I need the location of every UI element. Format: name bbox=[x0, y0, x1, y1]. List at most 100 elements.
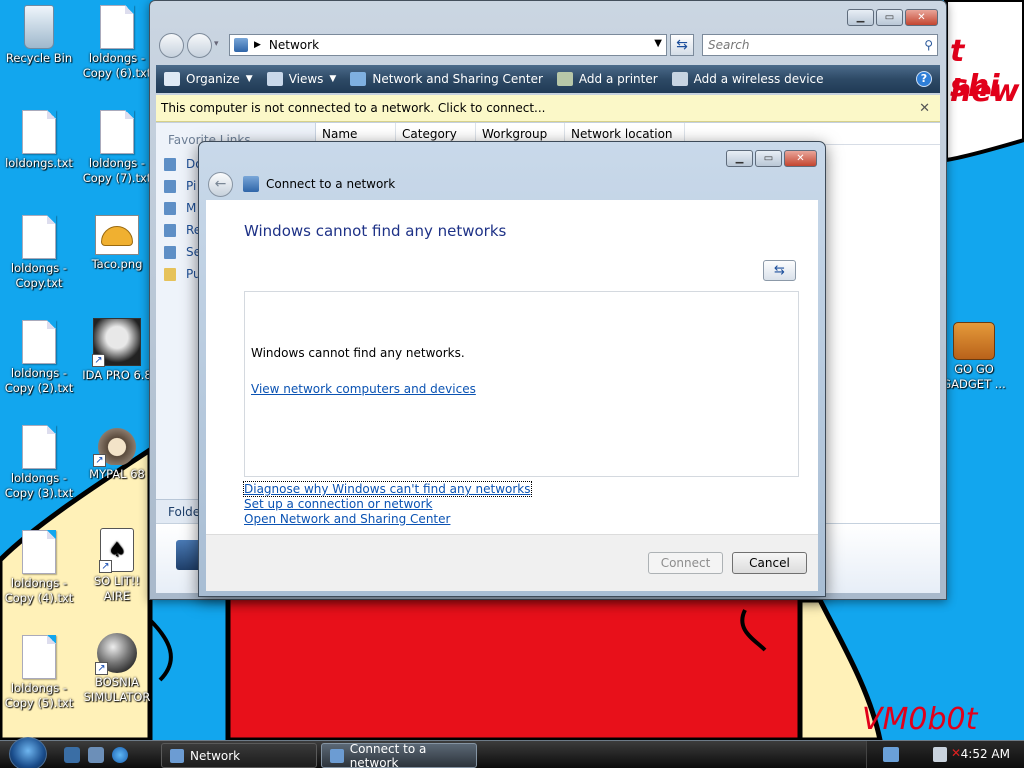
desktop-icon-label: IDA PRO 6.8 bbox=[82, 368, 152, 382]
desktop-icon-label: loldongs - Copy (6).txt bbox=[82, 51, 152, 80]
dialog-minimize-button[interactable]: ▁ bbox=[726, 150, 753, 167]
text-file-icon bbox=[100, 5, 134, 49]
mine-icon: ↗ bbox=[95, 633, 137, 675]
favorite-link-public[interactable]: Pu bbox=[164, 267, 201, 281]
favorite-link-music[interactable]: M bbox=[164, 201, 196, 215]
text-file-icon bbox=[22, 425, 56, 469]
infobar-close-icon[interactable]: ✕ bbox=[919, 101, 930, 116]
music-icon bbox=[164, 201, 176, 215]
text-file-icon bbox=[22, 320, 56, 364]
dialog-back-button[interactable]: ← bbox=[208, 172, 233, 197]
text-file-icon bbox=[22, 635, 56, 679]
favorite-link-pictures[interactable]: Pi bbox=[164, 179, 196, 193]
connect-to-network-dialog: ▁ ▭ ✕ ← Connect to a network Windows can… bbox=[198, 141, 826, 597]
search-placeholder: Search bbox=[708, 38, 750, 52]
no-networks-message: Windows cannot find any networks. bbox=[251, 346, 465, 360]
address-dropdown-icon[interactable]: ▼ bbox=[654, 38, 662, 49]
desktop-icon-loldongs-copy-3[interactable]: loldongs - Copy (3).txt bbox=[3, 425, 75, 501]
diagnose-link[interactable]: Diagnose why Windows can't find any netw… bbox=[243, 481, 532, 497]
text-file-icon bbox=[22, 530, 56, 574]
not-connected-infobar[interactable]: This computer is not connected to a netw… bbox=[156, 95, 940, 122]
refresh-button[interactable]: ⇆ bbox=[670, 34, 694, 56]
views-menu[interactable]: Views ▼ bbox=[266, 72, 336, 86]
desktop-icon-label: BOSNIA SIMULATOR bbox=[83, 675, 151, 704]
desktop-icon-label: loldongs - Copy.txt bbox=[10, 261, 68, 290]
desktop-icon-label: Taco.png bbox=[91, 257, 143, 271]
desktop-icon-bosnia-simulator[interactable]: ↗ BOSNIA SIMULATOR bbox=[81, 633, 153, 705]
dialog-caption-buttons: ▁ ▭ ✕ bbox=[724, 150, 817, 167]
taskbar-item-connect-to-network[interactable]: Connect to a network bbox=[321, 742, 477, 768]
address-bar[interactable]: ▶ Network ▼ bbox=[229, 34, 667, 56]
pictures-icon bbox=[164, 179, 176, 193]
start-button[interactable] bbox=[9, 737, 47, 768]
forward-button[interactable] bbox=[187, 33, 212, 58]
desktop-icon-loldongs-copy-7[interactable]: loldongs - Copy (7).txt bbox=[81, 110, 153, 186]
setup-connection-link[interactable]: Set up a connection or network bbox=[244, 497, 432, 511]
favorite-link-documents[interactable]: Do bbox=[164, 157, 203, 171]
tray-volume-muted-icon[interactable]: ✕ bbox=[951, 746, 961, 760]
tray-disconnected-network-icon[interactable] bbox=[933, 747, 947, 762]
internet-explorer-icon[interactable] bbox=[112, 747, 128, 763]
desktop-icon-label: Recycle Bin bbox=[5, 51, 73, 65]
wireless-device-icon bbox=[671, 72, 688, 86]
network-list[interactable]: Windows cannot find any networks. View n… bbox=[244, 291, 799, 477]
minimize-button[interactable]: ▁ bbox=[847, 9, 874, 26]
search-icon: ⚲ bbox=[924, 38, 933, 52]
desktop-icon-loldongs-copy-5[interactable]: loldongs - Copy (5).txt bbox=[3, 635, 75, 711]
desktop-icon-loldongs-copy-2[interactable]: loldongs - Copy (2).txt bbox=[3, 320, 75, 396]
maximize-button[interactable]: ▭ bbox=[876, 9, 903, 26]
desktop-icon-taco[interactable]: Taco.png bbox=[81, 215, 153, 272]
search-input[interactable]: Search ⚲ bbox=[702, 34, 938, 56]
solitaire-cards-icon: ♠ ↗ bbox=[99, 528, 134, 573]
show-desktop-icon[interactable] bbox=[64, 747, 80, 763]
close-button[interactable]: ✕ bbox=[905, 9, 938, 26]
organize-icon bbox=[164, 72, 180, 86]
add-printer-button[interactable]: Add a printer bbox=[556, 72, 658, 86]
refresh-networks-button[interactable]: ⇆ bbox=[763, 260, 796, 281]
add-wireless-device-button[interactable]: Add a wireless device bbox=[671, 72, 824, 86]
dialog-body: Windows cannot find any networks ⇆ Windo… bbox=[206, 200, 818, 534]
desktop-icon-recycle-bin[interactable]: Recycle Bin bbox=[3, 5, 75, 66]
recent-pages-chevron-icon[interactable]: ▾ bbox=[214, 39, 219, 49]
clock[interactable]: 4:52 AM bbox=[961, 747, 1010, 761]
favorite-link-recent[interactable]: Re bbox=[164, 223, 201, 237]
dialog-title: Connect to a network bbox=[266, 177, 396, 191]
ida-pro-shortcut-icon: ↗ bbox=[92, 318, 141, 367]
help-icon[interactable]: ? bbox=[916, 71, 932, 87]
dialog-close-button[interactable]: ✕ bbox=[784, 150, 817, 167]
desktop-icon-mypal[interactable]: ↗ MYPAL 68 bbox=[81, 425, 153, 482]
taskbar: Network Connect to a network ✕ 4:52 AM bbox=[0, 737, 1024, 768]
connect-button[interactable]: Connect bbox=[648, 552, 723, 574]
folder-icon bbox=[164, 267, 176, 281]
text-file-icon bbox=[100, 110, 134, 154]
views-icon bbox=[266, 72, 283, 86]
back-button[interactable] bbox=[159, 33, 184, 58]
switch-windows-icon[interactable] bbox=[88, 747, 104, 763]
dialog-footer: Connect Cancel bbox=[206, 534, 818, 591]
desktop-icon-ida-pro[interactable]: ↗ IDA PRO 6.8 bbox=[81, 318, 153, 383]
cancel-button[interactable]: Cancel bbox=[732, 552, 807, 574]
desktop-icon-loldongs-copy-4[interactable]: loldongs - Copy (4).txt bbox=[3, 530, 75, 606]
desktop-icon-loldongs-copy[interactable]: loldongs - Copy.txt bbox=[3, 215, 75, 291]
dialog-maximize-button[interactable]: ▭ bbox=[755, 150, 782, 167]
taco-image-icon bbox=[95, 215, 139, 255]
text-file-icon bbox=[22, 215, 56, 259]
desktop-icon-go-go-gadget[interactable]: GO GO GADGET ... bbox=[938, 318, 1010, 392]
breadcrumb-arrow-icon: ▶ bbox=[254, 40, 261, 50]
tray-network-icon[interactable] bbox=[883, 747, 899, 762]
desktop-icon-loldongs[interactable]: loldongs.txt bbox=[3, 110, 75, 171]
desktop-icon-label: loldongs - Copy (4).txt bbox=[4, 576, 74, 605]
desktop-icon-label: loldongs - Copy (7).txt bbox=[82, 156, 152, 185]
network-icon bbox=[234, 38, 248, 52]
desktop-icon-solitaire[interactable]: ♠ ↗ SO LIT!! AIRE bbox=[81, 528, 153, 604]
favorite-link-searches[interactable]: Se bbox=[164, 245, 201, 259]
wallpaper-signature: VM0b0t bbox=[862, 702, 978, 737]
open-sharing-center-link[interactable]: Open Network and Sharing Center bbox=[244, 512, 450, 526]
organize-menu[interactable]: Organize ▼ bbox=[164, 72, 253, 86]
taskbar-item-network[interactable]: Network bbox=[161, 743, 317, 768]
network-sharing-center-button[interactable]: Network and Sharing Center bbox=[350, 72, 543, 86]
recent-icon bbox=[164, 223, 176, 237]
view-network-computers-link[interactable]: View network computers and devices bbox=[251, 382, 476, 396]
desktop-icon-loldongs-copy-6[interactable]: loldongs - Copy (6).txt bbox=[81, 5, 153, 81]
network-connect-icon bbox=[243, 176, 259, 192]
